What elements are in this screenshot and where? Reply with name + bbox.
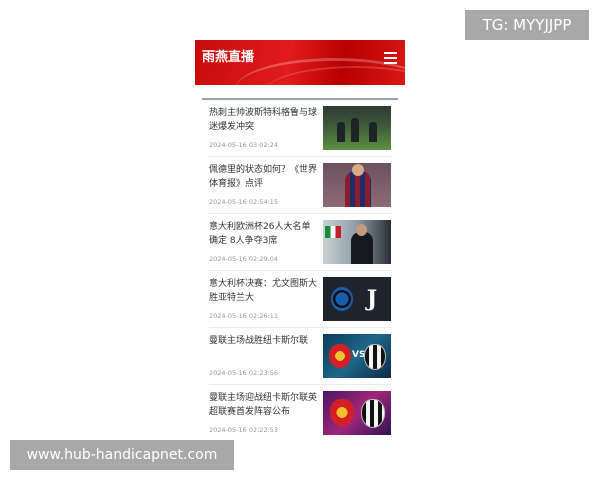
news-item[interactable]: 佩德里的状态如何？《世界体育报》点评 2024-05-16 02:54:15 — [209, 157, 391, 214]
hamburger-menu-icon[interactable] — [384, 52, 397, 64]
news-timestamp: 2024-05-16 02:23:56 — [209, 369, 279, 377]
thumbnail-figure — [351, 118, 359, 142]
site-header: 雨燕直播 — [195, 40, 405, 85]
news-timestamp: 2024-05-16 02:54:15 — [209, 198, 279, 206]
news-item[interactable]: 曼联主场迎战纽卡斯尔联英超联赛首发阵容公布 2024-05-16 02:22:5… — [209, 385, 391, 440]
news-timestamp: 2024-05-16 02:22:53 — [209, 426, 279, 434]
thumbnail-figure — [337, 122, 345, 142]
mobile-page: 雨燕直播 热刺主帅波斯特科格鲁与球迷爆发冲突 2024-05-16 03:02:… — [195, 40, 405, 440]
thumbnail-figure — [369, 122, 377, 142]
news-timestamp: 2024-05-16 02:29:04 — [209, 255, 279, 263]
news-thumbnail[interactable]: J — [323, 277, 391, 321]
thumbnail-coach-head — [356, 224, 367, 236]
news-thumbnail[interactable] — [323, 391, 391, 435]
news-item[interactable]: 意大利欧洲杯26人大名单确定 8人争夺3席 2024-05-16 02:29:0… — [209, 214, 391, 271]
news-timestamp: 2024-05-16 03:02:24 — [209, 141, 279, 149]
news-title[interactable]: 意大利欧洲杯26人大名单确定 8人争夺3席 — [209, 220, 319, 248]
newcastle-crest-icon — [364, 344, 386, 370]
atalanta-logo-icon — [331, 287, 353, 311]
thumbnail-player — [345, 171, 371, 207]
thumbnail-player-head — [352, 164, 364, 176]
website-watermark: www.hub-handicapnet.com — [10, 440, 234, 470]
news-list: 热刺主帅波斯特科格鲁与球迷爆发冲突 2024-05-16 03:02:24 佩德… — [209, 100, 391, 440]
thumbnail-coach — [351, 232, 373, 264]
news-thumbnail[interactable] — [323, 106, 391, 150]
news-thumbnail[interactable] — [323, 220, 391, 264]
juventus-logo-icon: J — [366, 286, 378, 312]
news-title[interactable]: 佩德里的状态如何？《世界体育报》点评 — [209, 163, 319, 191]
manchester-united-crest-icon — [330, 399, 354, 426]
manchester-united-crest-icon — [329, 344, 351, 368]
news-title[interactable]: 曼联主场战胜纽卡斯尔联 — [209, 334, 319, 348]
newcastle-crest-icon — [361, 399, 385, 428]
telegram-watermark: TG: MYYJJPP — [465, 10, 589, 40]
site-title[interactable]: 雨燕直播 — [202, 46, 254, 65]
news-thumbnail[interactable]: VS — [323, 334, 391, 378]
news-title[interactable]: 意大利杯决赛：尤文图斯大胜亚特兰大 — [209, 277, 319, 305]
news-item[interactable]: 曼联主场战胜纽卡斯尔联 2024-05-16 02:23:56 VS — [209, 328, 391, 385]
news-thumbnail[interactable] — [323, 163, 391, 207]
news-item[interactable]: 热刺主帅波斯特科格鲁与球迷爆发冲突 2024-05-16 03:02:24 — [209, 100, 391, 157]
news-timestamp: 2024-05-16 02:26:11 — [209, 312, 279, 320]
news-item[interactable]: 意大利杯决赛：尤文图斯大胜亚特兰大 2024-05-16 02:26:11 J — [209, 271, 391, 328]
news-title[interactable]: 曼联主场迎战纽卡斯尔联英超联赛首发阵容公布 — [209, 391, 319, 419]
news-title[interactable]: 热刺主帅波斯特科格鲁与球迷爆发冲突 — [209, 106, 319, 134]
italy-flag-icon — [325, 226, 341, 238]
